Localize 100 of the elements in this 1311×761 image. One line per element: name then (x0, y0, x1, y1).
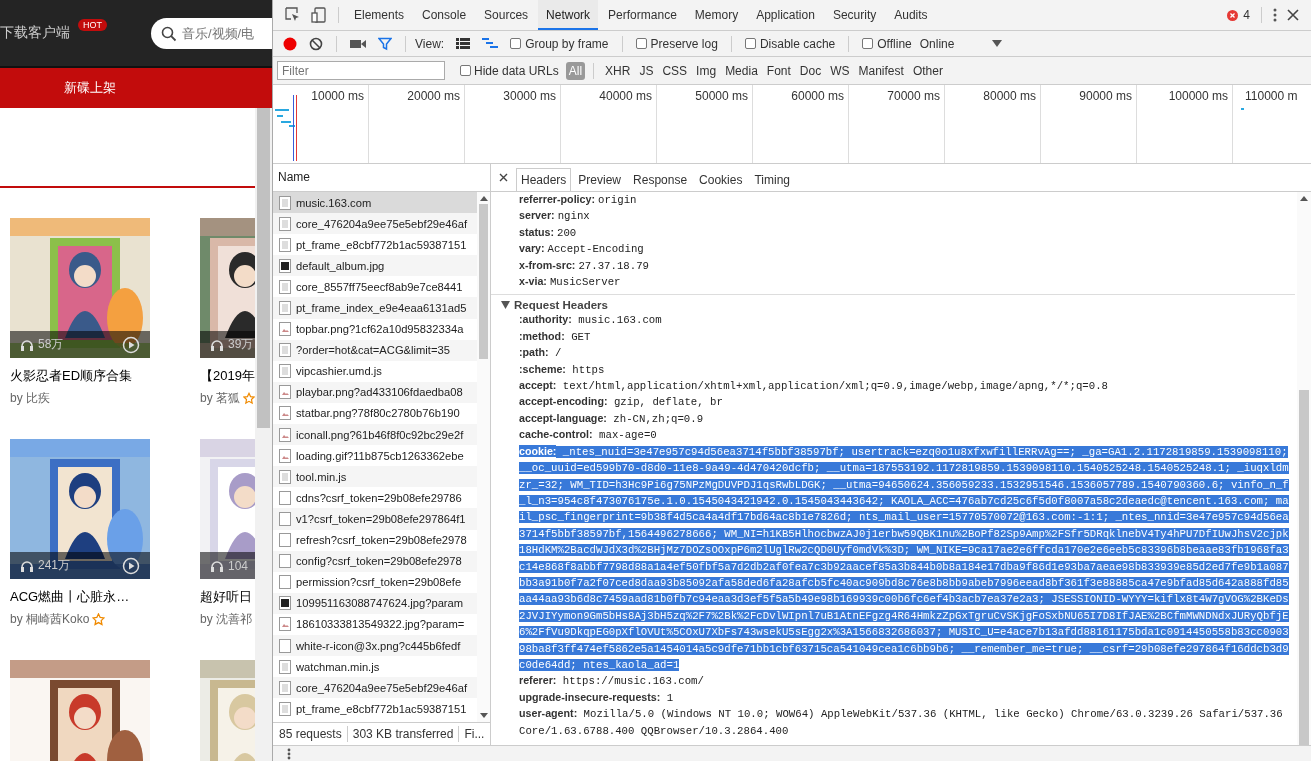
panel-tab[interactable]: Audits (886, 0, 936, 30)
request-row[interactable]: default_album.jpg (273, 255, 477, 277)
request-row[interactable]: 109951163088747624.jpg?param (273, 592, 477, 614)
panel-tab[interactable]: Network (538, 0, 599, 30)
playlist-title[interactable]: ACG燃曲丨心脏永… (10, 588, 150, 606)
more-icon[interactable] (287, 747, 291, 760)
request-row[interactable]: v1?csrf_token=29b08efe297864f1 (273, 508, 477, 530)
request-row[interactable]: iconall.png?61b46f8f0c92bc29e2f (273, 424, 477, 446)
panel-tab[interactable]: Security (824, 0, 885, 30)
waterfall-icon[interactable] (482, 38, 499, 49)
caret-icon[interactable] (992, 40, 1003, 47)
checkbox-label[interactable]: Group by frame (525, 36, 609, 51)
checkbox-label[interactable]: Disable cache (759, 36, 836, 51)
playlist-title[interactable]: 【2019年 (200, 367, 255, 385)
scrollbar-thumb[interactable] (257, 108, 270, 428)
panel-tab[interactable]: Application (748, 0, 823, 30)
playlist-author[interactable]: by 沈善祁 (200, 611, 252, 628)
header-line: cache-control: max-age=0 (518, 427, 658, 444)
header-line: upgrade-insecure-requests: 1 (518, 689, 675, 706)
type-filter[interactable]: Doc (796, 61, 825, 80)
panel-tab[interactable]: Console (414, 0, 475, 30)
checkbox[interactable] (635, 38, 647, 49)
type-filter[interactable]: JS (636, 61, 657, 80)
download-link[interactable]: 下载客户端 (0, 24, 70, 42)
error-count[interactable]: 4 (1243, 8, 1250, 22)
type-filter[interactable]: Other (909, 61, 946, 80)
playlist-author[interactable]: by 桐崎茜Koko (10, 611, 90, 628)
request-row[interactable]: pt_frame_e8cbf772b1ac59387151 (273, 698, 477, 720)
more-icon[interactable] (1273, 8, 1277, 22)
type-filter[interactable]: CSS (659, 61, 691, 80)
checkbox[interactable] (862, 38, 874, 49)
checkbox[interactable] (460, 65, 471, 76)
request-row[interactable]: cdns?csrf_token=29b08efe29786 (273, 487, 477, 509)
request-row[interactable]: topbar.png?1cf62a10d95832334a (273, 318, 477, 340)
record-icon[interactable] (283, 36, 297, 51)
request-row[interactable]: playbar.png?ad433106fdaedba08 (273, 381, 477, 403)
checkbox[interactable] (744, 38, 756, 49)
scroll-up-icon[interactable] (1300, 196, 1308, 201)
details-tab[interactable]: Response (628, 168, 693, 191)
expand-triangle-icon[interactable] (501, 301, 510, 310)
close-icon[interactable] (499, 173, 508, 182)
filter-field[interactable]: Filter (277, 61, 445, 80)
scrollbar-thumb[interactable] (1299, 390, 1309, 745)
throttle-dropdown[interactable]: Online (919, 36, 955, 51)
scrollbar-thumb[interactable] (479, 204, 488, 359)
panel-tab[interactable]: Sources (476, 0, 537, 30)
scroll-up-icon[interactable] (479, 196, 488, 201)
details-tab[interactable]: Cookies (694, 168, 748, 191)
checkbox-label[interactable]: Offline (877, 36, 912, 51)
type-filter[interactable]: Manifest (855, 61, 907, 80)
request-row[interactable]: ?order=hot&cat=ACG&limit=35 (273, 339, 477, 361)
panel-tab[interactable]: Performance (600, 0, 685, 30)
type-filter[interactable]: XHR (602, 61, 634, 80)
type-filter[interactable]: WS (827, 61, 853, 80)
checkbox-label[interactable]: Hide data URLs (474, 63, 559, 78)
list-view-icon[interactable] (456, 38, 471, 49)
request-row[interactable]: config?csrf_token=29b08efe2978 (273, 550, 477, 572)
details-tab[interactable]: Preview (573, 168, 627, 191)
inspect-icon[interactable] (285, 7, 301, 23)
request-row[interactable]: vipcashier.umd.js (273, 360, 477, 382)
request-row[interactable]: core_8557ff75eecf8ab9e7ce8441 (273, 276, 477, 298)
device-icon[interactable] (311, 7, 327, 23)
error-icon[interactable] (1227, 9, 1239, 21)
checkbox-label[interactable]: Preserve log (650, 36, 718, 51)
request-row[interactable]: loading.gif?11b875cb1263362ebe (273, 445, 477, 467)
close-icon[interactable] (1287, 9, 1299, 21)
playlist-author[interactable]: by 茗狐 (200, 390, 240, 407)
details-tab[interactable]: Headers (516, 168, 572, 191)
request-row[interactable]: tool.min.js (273, 466, 477, 488)
checkbox[interactable] (510, 38, 522, 49)
section-title[interactable]: Request Headers (514, 299, 608, 312)
nav-link[interactable]: 新碟上架 (64, 79, 116, 97)
request-row[interactable]: watchman.min.js (273, 656, 477, 678)
request-row[interactable]: pt_frame_index_e9e4eaa6131ad5 (273, 297, 477, 319)
request-row[interactable]: permission?csrf_token=29b08efe (273, 571, 477, 593)
panel-tab[interactable]: Memory (686, 0, 747, 30)
play-icon[interactable] (122, 556, 140, 575)
request-row[interactable]: music.163.com (273, 192, 477, 214)
request-row[interactable]: pt_frame_e8cbf772b1ac59387151 (273, 234, 477, 256)
clear-icon[interactable] (309, 36, 323, 51)
play-icon[interactable] (122, 335, 140, 354)
details-tab[interactable]: Timing (749, 168, 795, 191)
request-row[interactable]: core_476204a9ee75e5ebf29e46af (273, 213, 477, 235)
type-filter[interactable]: Font (763, 61, 794, 80)
request-row[interactable]: core_476204a9ee75e5ebf29e46af (273, 677, 477, 699)
filter-icon[interactable] (378, 36, 392, 51)
playlist-title[interactable]: 超好听日 (200, 588, 255, 606)
request-row[interactable]: statbar.png?78f80c2780b76b190 (273, 402, 477, 425)
request-row[interactable]: refresh?csrf_token=29b08efe2978 (273, 529, 477, 551)
request-row[interactable]: white-r-icon@3x.png?c445b6fedf (273, 634, 477, 657)
scroll-down-icon[interactable] (479, 713, 488, 718)
playlist-title[interactable]: 火影忍者ED顺序合集 (10, 367, 150, 385)
panel-tab[interactable]: Elements (346, 0, 413, 30)
video-camera-icon[interactable] (350, 37, 366, 50)
search-field[interactable]: 音乐/视频/电 (151, 17, 272, 49)
playlist-author[interactable]: by 比疾 (10, 390, 50, 407)
request-row[interactable]: 18610333813549322.jpg?param= (273, 613, 477, 635)
image-icon (279, 617, 291, 632)
type-filter[interactable]: Img (693, 61, 720, 80)
type-filter[interactable]: Media (722, 61, 761, 80)
